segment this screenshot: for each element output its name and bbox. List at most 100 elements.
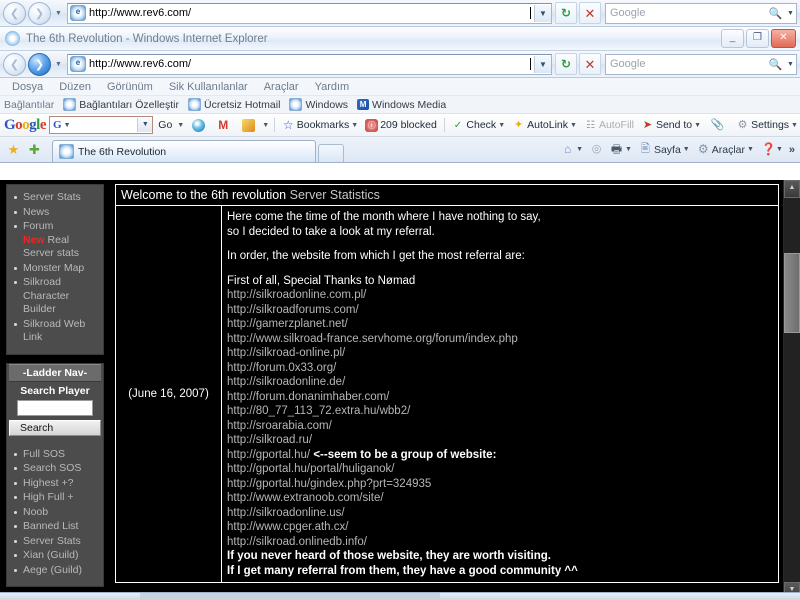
history-chevron-down-icon[interactable]: ▼ (53, 10, 64, 17)
referral-link[interactable]: http://www.silkroad-france.servhome.org/… (227, 332, 773, 347)
search-provider-chevron-down-icon[interactable]: ▼ (785, 10, 796, 17)
chevron-down-icon[interactable]: ▼ (776, 146, 783, 153)
sidebar-item-high-full[interactable]: High Full + (14, 491, 99, 505)
menu-item-gorunum[interactable]: Görünüm (99, 81, 161, 93)
sidebar-item-search-sos[interactable]: Search SOS (14, 462, 99, 476)
popup-blocker-button[interactable]: ⓘ 209 blocked (363, 118, 439, 132)
sidebar-item-news[interactable]: News (14, 206, 99, 220)
address-history-dropdown-icon[interactable]: ▼ (534, 55, 551, 73)
address-dropdown-icon[interactable]: ▼ (534, 4, 551, 22)
chevron-down-icon[interactable]: ▼ (747, 146, 754, 153)
google-bookmarks-button[interactable]: ☆ Bookmarks ▼ (280, 118, 360, 132)
go-chevron-down-icon[interactable]: ▼ (177, 122, 184, 129)
recent-pages-chevron-down-icon[interactable]: ▼ (53, 61, 64, 68)
referral-link[interactable]: http://silkroad.onlinedb.info/ (227, 535, 773, 550)
search-player-input[interactable] (17, 399, 93, 416)
refresh-button[interactable]: ↻ (555, 2, 577, 24)
attach-button[interactable]: 📎 (706, 114, 728, 136)
referral-link[interactable]: http://silkroadonline.us/ (227, 506, 773, 521)
command-bar-overflow-icon[interactable]: » (787, 144, 797, 156)
home-button[interactable]: ⌂ ▼ (558, 143, 586, 156)
sidebar-item-full-sos[interactable]: Full SOS (14, 448, 99, 462)
chevron-down-icon[interactable]: ▼ (570, 122, 577, 129)
search-provider-chevron-down-icon[interactable]: ▼ (785, 61, 796, 68)
referral-link[interactable]: http://silkroad.ru/ (227, 433, 773, 448)
address-bar[interactable]: e http://www.rev6.com/ ▼ (67, 53, 552, 75)
referral-link[interactable]: http://silkroad-online.pl/ (227, 346, 773, 361)
chevron-down-icon[interactable]: ▼ (694, 122, 701, 129)
menu-item-duzen[interactable]: Düzen (51, 81, 99, 93)
new-tab-button[interactable] (318, 144, 344, 162)
google-search-input[interactable]: G ▼ ▼ (49, 116, 154, 134)
sidebar-item-forum[interactable]: Forum New Real Server stats (14, 220, 99, 261)
chevron-down-icon[interactable]: ▼ (351, 122, 358, 129)
sidebar-item-highest-plus[interactable]: Highest +? (14, 477, 99, 491)
scroll-up-button[interactable]: ▲ (784, 180, 800, 198)
link-customize-links[interactable]: Bağlantıları Özelleştir (60, 98, 182, 111)
referral-link[interactable]: http://silkroadforums.com/ (227, 303, 773, 318)
scrollbar-thumb[interactable] (784, 253, 800, 333)
referral-link[interactable]: http://80_77_113_72.extra.hu/wbb2/ (227, 404, 773, 419)
referral-link-url[interactable]: http://gportal.hu/ (227, 449, 310, 461)
search-box[interactable]: Google 🔍 ▼ (605, 53, 797, 75)
stop-button-main[interactable]: ✕ (579, 53, 601, 75)
favorites-star-icon[interactable]: ★ (4, 140, 23, 159)
sendto-button[interactable]: ➤ Send to ▼ (639, 119, 703, 132)
referral-link[interactable]: http://gportal.hu/portal/huliganok/ (227, 462, 773, 477)
referral-link[interactable]: http://silkroadonline.de/ (227, 375, 773, 390)
feeds-button[interactable]: ◎ (587, 143, 606, 156)
sidebar-item-character-builder[interactable]: Silkroad Character Builder (14, 276, 99, 317)
google-go-button[interactable]: Go (156, 119, 174, 131)
referral-link[interactable]: http://www.cpger.ath.cx/ (227, 520, 773, 535)
sidebar-item-noob[interactable]: Noob (14, 506, 99, 520)
search-icon[interactable]: 🔍 (766, 7, 785, 20)
referral-link[interactable]: http://forum.0x33.org/ (227, 361, 773, 376)
back-arrow-icon[interactable]: ❮ (3, 1, 26, 25)
referral-link[interactable]: http://sroarabia.com/ (227, 419, 773, 434)
vertical-scrollbar[interactable]: ▲ ▼ (783, 180, 800, 600)
link-free-hotmail[interactable]: Ücretsiz Hotmail (185, 98, 283, 111)
sidebar-item-server-stats-2[interactable]: Server Stats (14, 535, 99, 549)
add-to-favorites-icon[interactable]: ✚ (25, 140, 44, 159)
sidebar-item-web-link[interactable]: Silkroad Web Link (14, 318, 99, 345)
gmail-button[interactable]: M (212, 114, 234, 136)
stop-button[interactable]: ✕ (579, 2, 601, 24)
chevron-down-icon[interactable]: ▼ (683, 146, 690, 153)
more-tools-chevron-down-icon[interactable]: ▼ (262, 122, 269, 129)
close-button[interactable]: ✕ (771, 29, 796, 48)
referral-link-group[interactable]: http://gportal.hu/ <--seem to be a group… (227, 448, 773, 463)
chevron-down-icon[interactable]: ▼ (625, 146, 632, 153)
page-menu-button[interactable]: 🖹 Sayfa ▼ (636, 143, 693, 156)
referral-link[interactable]: http://silkroadonline.com.pl/ (227, 288, 773, 303)
sidebar-item-banned-list[interactable]: Banned List (14, 520, 99, 534)
link-windows[interactable]: Windows (286, 98, 351, 111)
sidebar-item-xian-guild[interactable]: Xian (Guild) (14, 549, 99, 563)
search-icon[interactable]: 🔍 (766, 58, 785, 71)
referral-link[interactable]: http://forum.donanimhaber.com/ (227, 390, 773, 405)
background-search-box[interactable]: Google 🔍 ▼ (605, 2, 797, 24)
tools-menu-button[interactable]: ⚙ Araçlar ▼ (694, 143, 757, 156)
bookmarks-icon-button[interactable] (237, 114, 259, 136)
chevron-down-icon[interactable]: ▼ (498, 122, 505, 129)
print-button[interactable]: 🖶 ▼ (607, 143, 635, 156)
google-search-history-dropdown-icon[interactable]: ▼ (137, 118, 153, 132)
back-button[interactable]: ❮ (3, 52, 26, 76)
restore-button[interactable]: ❐ (746, 29, 769, 48)
menu-item-dosya[interactable]: Dosya (4, 81, 51, 93)
search-button[interactable]: Search (9, 419, 101, 436)
referral-link[interactable]: http://gamerzplanet.net/ (227, 317, 773, 332)
menu-item-yardim[interactable]: Yardım (307, 81, 358, 93)
sidebar-item-server-stats[interactable]: Server Stats (14, 191, 99, 205)
spellcheck-button[interactable]: ✓ Check ▼ (449, 119, 507, 132)
menu-item-araclar[interactable]: Araçlar (256, 81, 307, 93)
chevron-down-icon[interactable]: ▼ (64, 122, 71, 129)
referral-link[interactable]: http://gportal.hu/gindex.php?prt=324935 (227, 477, 773, 492)
tab-the-6th-revolution[interactable]: The 6th Revolution (52, 140, 316, 162)
forward-button[interactable]: ❯ (28, 52, 51, 76)
background-address-bar[interactable]: e http://www.rev6.com/ ▼ (67, 2, 552, 24)
sidebar-item-aege-guild[interactable]: Aege (Guild) (14, 564, 99, 578)
minimize-button[interactable]: _ (721, 29, 744, 48)
chevron-down-icon[interactable]: ▼ (576, 146, 583, 153)
menu-item-favorites[interactable]: Sik Kullanılanlar (161, 81, 256, 93)
scrollbar-track[interactable] (784, 198, 800, 582)
